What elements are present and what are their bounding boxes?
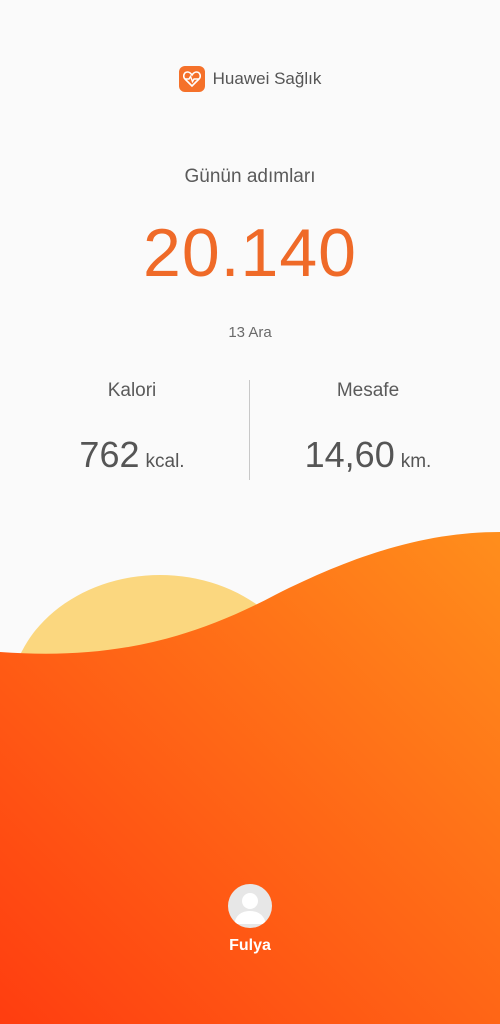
person-avatar-icon — [228, 884, 272, 928]
distance-value-row: 14,60 km. — [243, 434, 493, 476]
user-profile: Fulya — [0, 884, 500, 955]
calories-stat: Kalori 762 kcal. — [7, 380, 257, 476]
health-share-card: Huawei Sağlık Günün adımları 20.140 13 A… — [0, 0, 500, 1024]
distance-value: 14,60 — [304, 434, 395, 475]
user-name: Fulya — [229, 937, 271, 954]
steps-date: 13 Ara — [228, 324, 272, 341]
steps-count: 20.140 — [143, 215, 357, 291]
distance-label: Mesafe — [336, 380, 400, 401]
health-heart-icon — [178, 66, 205, 92]
distance-stat: Mesafe 14,60 km. — [243, 380, 493, 476]
calories-label: Kalori — [107, 380, 157, 401]
calories-value: 762 — [79, 434, 140, 475]
app-header: Huawei Sağlık — [0, 66, 500, 92]
app-name: Huawei Sağlık — [212, 69, 322, 88]
distance-unit: km. — [400, 451, 432, 472]
steps-label: Günün adımları — [184, 166, 316, 187]
calories-unit: kcal. — [145, 451, 185, 472]
calories-value-row: 762 kcal. — [7, 434, 257, 476]
